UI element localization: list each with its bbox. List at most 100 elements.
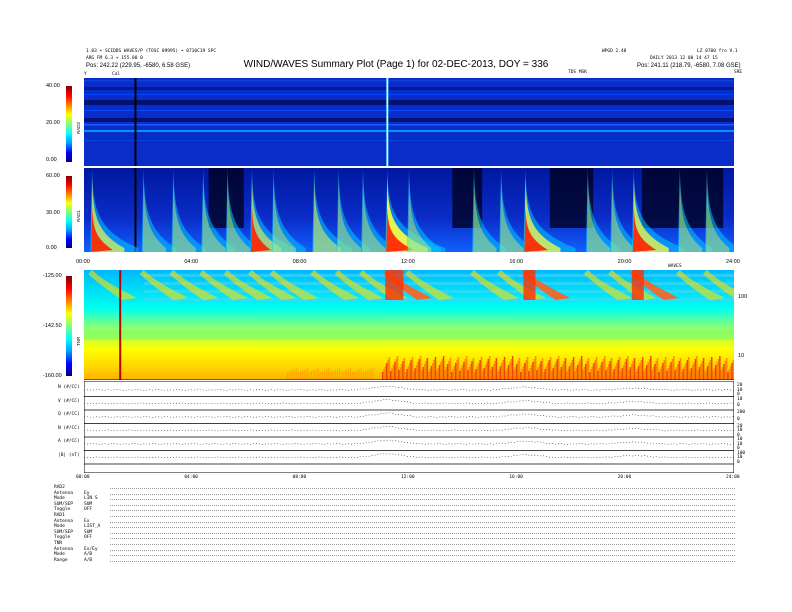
tnr-noise — [667, 368, 670, 380]
tnr-noise — [406, 369, 408, 380]
tnr-noise — [423, 364, 426, 380]
tnr-noise — [463, 362, 465, 380]
tnr-noise — [640, 360, 643, 380]
tnr-noise — [413, 371, 415, 380]
tnr-noise — [456, 360, 458, 380]
tnr-noise — [532, 362, 534, 380]
rad1-x-tick-label: 12:00 — [401, 259, 415, 265]
tnr-noise — [710, 357, 713, 380]
tnr-noise — [555, 362, 557, 380]
tnr-noise — [643, 371, 645, 380]
tnr-noise — [681, 372, 683, 380]
settings-row: Mode LIST_A — [54, 524, 100, 529]
tnr-noise — [505, 371, 507, 380]
tnr-noise — [622, 365, 625, 380]
tnr-noise — [604, 356, 606, 380]
tnr-noise — [362, 372, 364, 380]
tnr-noise — [310, 371, 312, 380]
tnr-noise — [658, 372, 660, 380]
tnr-noise — [706, 366, 709, 380]
settings-row: RAD1 — [54, 513, 65, 518]
tnr-noise — [302, 370, 304, 380]
tnr-noise — [575, 368, 578, 380]
rad2-band — [84, 94, 734, 95]
header-position-right: Pos: 241.11 (218.79, -6580, 7.08 GSE) — [637, 63, 741, 69]
header-instrument-line: 1.03 • SCIDDS WAVES/P (TOSC 09995) • 071… — [86, 49, 217, 54]
tnr-noise — [700, 364, 702, 380]
rad2-band — [84, 110, 734, 111]
rad2-colorbar — [66, 86, 72, 162]
tnr-noise — [407, 366, 410, 380]
tnr-noise — [719, 356, 721, 380]
tnr-noise — [631, 364, 633, 380]
tnr-noise — [445, 367, 448, 380]
tnr-noise — [326, 369, 328, 380]
tnr-noise — [467, 370, 469, 380]
tnr-noise — [476, 366, 479, 380]
tnr-noise — [598, 368, 601, 380]
tnr-noise — [636, 369, 638, 380]
tnr-noise — [390, 371, 392, 380]
tnr-noise — [662, 363, 664, 380]
tnr-noise — [669, 365, 671, 380]
tnr-noise — [444, 370, 446, 380]
tnr-noise — [720, 370, 722, 380]
tnr-noise — [617, 360, 620, 380]
tnr-noise — [628, 370, 630, 380]
rad2-cbar-tick-top: 40.00 — [46, 83, 60, 89]
settings-row-label: RAD2 — [54, 485, 65, 490]
settings-row-value: A/B — [84, 552, 93, 558]
rad1-x-tick-label: 24:00 — [726, 259, 740, 265]
tnr-noise — [685, 363, 687, 380]
tnr-noise — [490, 370, 492, 380]
settings-row-label: Mode — [54, 552, 65, 558]
header-lz-version: LZ 0700 fro V.1 — [697, 49, 738, 54]
tnr-noise — [641, 357, 644, 380]
settings-row-label: TNR — [54, 541, 63, 546]
settings-row-value: LIST_A — [84, 524, 101, 530]
tnr-noise — [492, 364, 495, 380]
tnr-noise — [297, 372, 299, 380]
settings-row-dots — [110, 538, 735, 540]
tnr-cal-line — [119, 270, 122, 380]
tnr-noise — [564, 358, 567, 380]
tnr-noise — [551, 371, 553, 380]
tnr-noise — [644, 368, 647, 380]
tnr-noise — [731, 363, 733, 380]
tnr-noise — [365, 371, 367, 380]
settings-row-dots — [110, 499, 735, 501]
tnr-noise — [499, 366, 502, 380]
tnr-noise — [605, 370, 607, 380]
tnr-noise — [670, 362, 672, 380]
tnr-noise — [403, 358, 406, 380]
settings-row: Range A/B — [54, 558, 92, 563]
tnr-noise — [514, 367, 517, 380]
tnr-noise — [513, 370, 515, 380]
rad1-axis-label: RAD1 — [76, 209, 81, 222]
tnr-noise — [609, 361, 611, 380]
tnr-noise — [394, 362, 396, 380]
tnr-noise — [287, 372, 289, 380]
tnr-cbar-tick-mid: -142.50 — [43, 323, 62, 329]
tnr-burst-core — [523, 270, 536, 300]
settings-row: Mode LIN S — [54, 496, 98, 501]
tnr-noise — [334, 370, 336, 380]
tnr-noise — [425, 361, 427, 380]
tnr-noise — [343, 371, 345, 380]
tnr-noise — [354, 371, 356, 380]
tnr-noise — [624, 362, 626, 380]
tnr-noise — [391, 368, 393, 380]
tnr-noise — [358, 369, 360, 380]
line-series-scale-tick: 10 — [737, 396, 743, 402]
tnr-noise — [540, 361, 542, 380]
settings-row-value: Ex/Ey — [84, 546, 98, 552]
tnr-noise — [486, 362, 488, 380]
tnr-noise — [717, 359, 720, 380]
tnr-noise — [464, 359, 467, 380]
rad1-cbar-tick-bottom: 0.00 — [46, 245, 57, 251]
tnr-noise — [727, 372, 729, 380]
tnr-noise — [716, 362, 718, 380]
tnr-noise — [629, 367, 632, 380]
tnr-noise — [440, 362, 442, 380]
tnr-noise — [566, 372, 568, 380]
